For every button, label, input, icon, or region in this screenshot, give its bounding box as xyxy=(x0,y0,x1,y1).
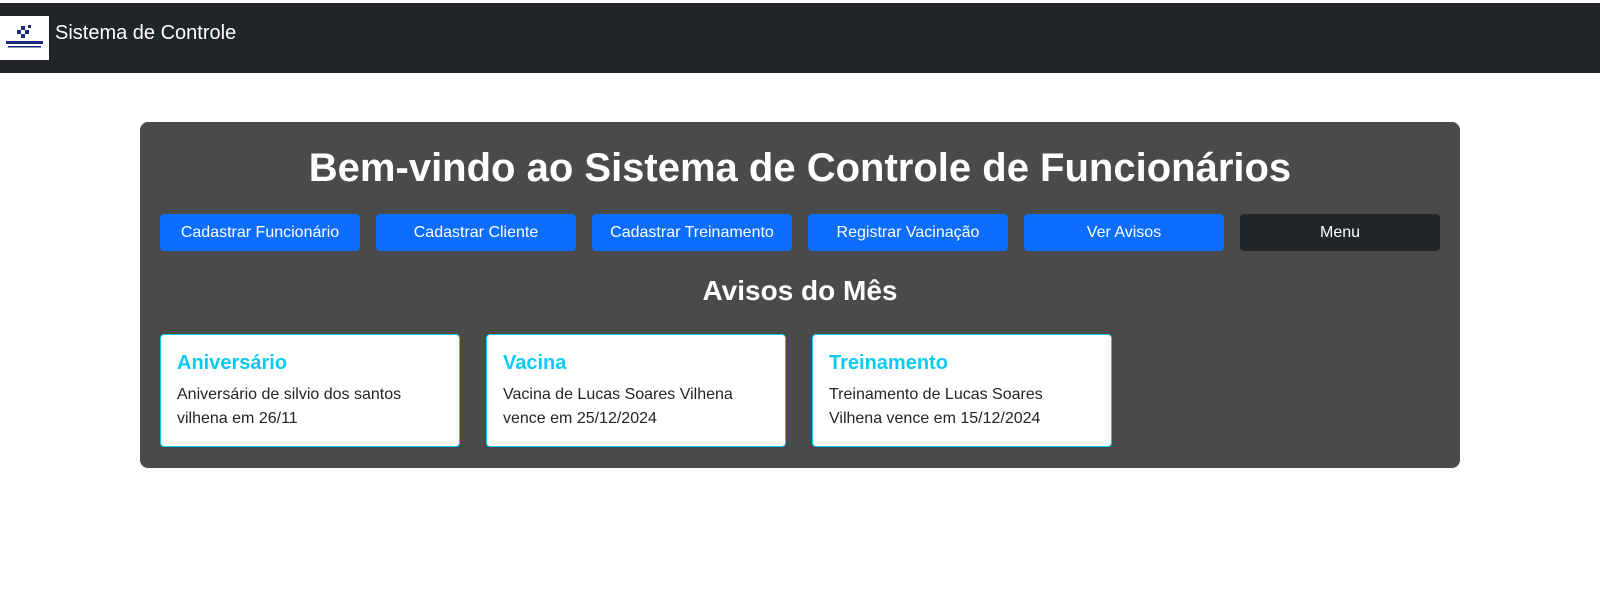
notice-card-text: Aniversário de silvio dos santos vilhena… xyxy=(177,386,402,427)
welcome-panel: Bem-vindo ao Sistema de Controle de Func… xyxy=(140,122,1460,468)
notice-card-text: Vacina de Lucas Soares Vilhena vence em … xyxy=(503,386,733,427)
ver-avisos-button[interactable]: Ver Avisos xyxy=(1024,214,1224,251)
notice-card-title: Aniversário xyxy=(177,352,288,374)
microdata-logo[interactable] xyxy=(0,16,49,60)
navbar: Sistema de Controle xyxy=(0,3,1600,73)
page-title: Bem-vindo ao Sistema de Controle de Func… xyxy=(308,146,1292,190)
notice-card-treinamento: Treinamento Treinamento de Lucas Soares … xyxy=(812,334,1112,447)
menu-button[interactable]: Menu xyxy=(1240,214,1440,251)
logo-icon xyxy=(6,25,43,48)
cadastrar-funcionario-button[interactable]: Cadastrar Funcionário xyxy=(160,214,360,251)
notice-card-text: Treinamento de Lucas Soares Vilhena venc… xyxy=(829,386,1043,427)
notices-section-title: Avisos do Mês xyxy=(702,275,898,306)
notice-card-aniversario: Aniversário Aniversário de silvio dos sa… xyxy=(160,334,460,447)
navbar-brand-title[interactable]: Sistema de Controle xyxy=(55,21,236,45)
notice-card-title: Treinamento xyxy=(829,352,948,374)
cadastrar-cliente-button[interactable]: Cadastrar Cliente xyxy=(376,214,576,251)
registrar-vacinacao-button[interactable]: Registrar Vacinação xyxy=(808,214,1008,251)
cadastrar-treinamento-button[interactable]: Cadastrar Treinamento xyxy=(592,214,792,251)
notice-card-vacina: Vacina Vacina de Lucas Soares Vilhena ve… xyxy=(486,334,786,447)
notice-card-title: Vacina xyxy=(503,352,567,374)
action-buttons: Cadastrar Funcionário Cadastrar Cliente … xyxy=(160,214,1440,251)
